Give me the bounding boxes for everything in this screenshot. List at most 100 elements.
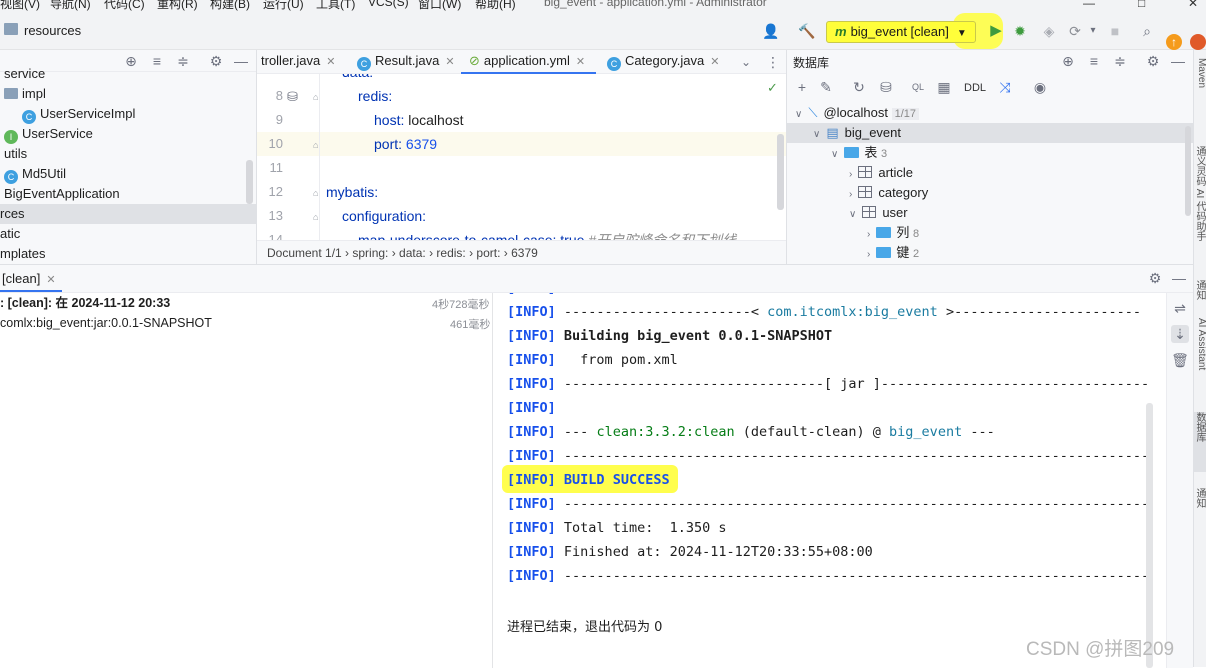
notice-tool-button[interactable]: 通知 <box>1194 488 1206 532</box>
tab-controller[interactable]: troller.java ✕ <box>261 50 335 74</box>
tree-item-selected[interactable]: rces <box>0 204 25 224</box>
target-icon[interactable]: ⊕ <box>1059 52 1077 70</box>
code-line[interactable]: map-underscore-to-camel-case: true #开启驼峰… <box>358 230 736 240</box>
tree-item[interactable]: BigEventApplication <box>4 184 120 204</box>
tree-item[interactable]: C UserServiceImpl <box>22 104 135 124</box>
hide-icon[interactable]: — <box>1170 269 1188 287</box>
fold-icon[interactable]: ⌂ <box>313 188 318 198</box>
code-line[interactable]: port: 6379 <box>374 136 437 152</box>
menu-code[interactable]: 代码(C) <box>104 0 145 12</box>
scrollbar[interactable] <box>1185 126 1191 216</box>
ddl-button[interactable]: DDL <box>964 82 986 94</box>
tree-item[interactable]: utils <box>4 144 27 164</box>
close-icon[interactable]: ✕ <box>710 56 719 68</box>
table-node[interactable]: ∨ user <box>849 203 908 223</box>
table-icon[interactable]: ▦ <box>935 78 953 96</box>
scroll-to-end-icon[interactable]: ⇣ <box>1171 325 1189 343</box>
expand-all-icon[interactable]: ≡ <box>1085 52 1103 70</box>
console-output[interactable]: [INFO] [INFO] -----------------------< c… <box>494 293 1154 668</box>
keys-node[interactable]: › 键 2 <box>867 243 919 263</box>
ai-logo-icon[interactable] <box>1190 34 1206 50</box>
tab-result[interactable]: C Result.java ✕ <box>357 50 455 74</box>
eye-icon[interactable]: ◉ <box>1031 78 1049 96</box>
table-node[interactable]: › category <box>849 183 928 203</box>
profile-icon[interactable]: ⟳ <box>1066 22 1084 40</box>
coverage-icon[interactable]: ◈ <box>1040 22 1058 40</box>
tree-item[interactable]: service <box>4 64 45 84</box>
menu-window[interactable]: 窗口(W) <box>418 0 461 12</box>
minimize-icon[interactable]: — <box>1083 0 1095 10</box>
add-icon[interactable]: + <box>793 78 811 96</box>
scrollbar[interactable] <box>246 160 253 204</box>
project-view-label[interactable]: resources <box>24 23 81 38</box>
fold-icon[interactable]: ⌂ <box>313 92 318 102</box>
close-icon[interactable]: ✕ <box>46 274 55 286</box>
stop-icon[interactable]: ■ <box>1106 22 1124 40</box>
gear-icon[interactable]: ⚙ <box>1144 52 1162 70</box>
tree-item[interactable]: C Md5Util <box>4 164 66 184</box>
schema-node[interactable]: ∨ ▤ big_event <box>813 123 901 143</box>
update-icon[interactable]: ↑ <box>1166 34 1182 50</box>
menu-run[interactable]: 运行(U) <box>263 0 304 12</box>
close-icon[interactable]: ✕ <box>326 56 335 68</box>
tab-category[interactable]: C Category.java ✕ <box>607 50 719 74</box>
database-settings-icon[interactable]: ⛁ <box>877 78 895 96</box>
search-icon[interactable]: ⌕ <box>1138 22 1156 40</box>
ai-assistant-tool-button[interactable]: AI Assistant <box>1194 318 1206 404</box>
code-line[interactable]: mybatis: <box>326 184 378 200</box>
target-icon[interactable]: ⊕ <box>122 52 140 70</box>
gear-icon[interactable]: ⚙ <box>207 52 225 70</box>
tree-item[interactable]: impl <box>4 84 46 104</box>
run-config-selector[interactable]: m big_event [clean] ▼ <box>826 21 976 43</box>
hide-icon[interactable]: — <box>232 52 250 70</box>
menu-view[interactable]: 视图(V) <box>0 0 40 12</box>
tongyi-tool-button[interactable]: 通义灵码 AI 代码助手 <box>1194 146 1206 246</box>
chevron-down-icon[interactable]: ⌄ <box>737 53 755 71</box>
fold-icon[interactable]: ⌂ <box>313 140 318 150</box>
database-tool-button[interactable]: 数据库 <box>1194 412 1206 472</box>
menu-refactor[interactable]: 重构(R) <box>157 0 198 12</box>
tables-node[interactable]: ∨ 表 3 <box>831 143 887 163</box>
refresh-icon[interactable]: ↻ <box>850 78 868 96</box>
fold-icon[interactable]: ⌂ <box>313 212 318 222</box>
run-tree-item[interactable]: comlx:big_event:jar:0.0.1-SNAPSHOT <box>0 313 212 333</box>
user-icon[interactable]: 👤 <box>762 22 780 40</box>
more-icon[interactable]: ⋮ <box>764 53 782 71</box>
menu-help[interactable]: 帮助(H) <box>475 0 516 12</box>
menu-build[interactable]: 构建(B) <box>210 0 250 12</box>
run-tab[interactable]: [clean] ✕ <box>2 268 56 292</box>
run-icon[interactable]: ▶ <box>987 22 1005 40</box>
trash-icon[interactable]: 🗑 <box>1171 351 1189 369</box>
tree-item[interactable]: mplates <box>0 244 46 264</box>
tree-item[interactable]: atic <box>0 224 20 244</box>
chevron-down-icon[interactable]: ▾ <box>1084 22 1102 40</box>
menu-tools[interactable]: 工具(T) <box>316 0 355 12</box>
columns-node[interactable]: › 列 8 <box>867 223 919 243</box>
collapse-all-icon[interactable]: ≑ <box>174 52 192 70</box>
code-line[interactable]: redis: <box>358 88 392 104</box>
build-hammer-icon[interactable]: 🔨 <box>798 22 816 40</box>
edit-source-icon[interactable]: ✎ <box>817 78 835 96</box>
close-window-icon[interactable]: ✕ <box>1188 0 1198 10</box>
tree-item[interactable]: I UserService <box>4 124 93 144</box>
notifications-tool-button[interactable]: 通知 <box>1194 280 1206 310</box>
sql-console-icon[interactable]: QL <box>909 78 927 96</box>
soft-wrap-icon[interactable]: ⇌ <box>1171 299 1189 317</box>
code-line[interactable]: configuration: <box>342 208 426 224</box>
run-tree-item[interactable]: : [clean]: 在 2024-11-12 20:33 <box>0 293 170 313</box>
maximize-icon[interactable]: □ <box>1138 0 1145 10</box>
scrollbar[interactable] <box>1146 403 1153 668</box>
menu-navigate[interactable]: 导航(N) <box>50 0 91 12</box>
expand-all-icon[interactable]: ≡ <box>148 52 166 70</box>
gear-icon[interactable]: ⚙ <box>1146 269 1164 287</box>
menu-vcs[interactable]: VCS(S) <box>368 0 409 9</box>
table-node[interactable]: › article <box>849 163 913 183</box>
code-line[interactable]: host: localhost <box>374 112 464 128</box>
close-icon[interactable]: ✕ <box>576 56 585 68</box>
code-line[interactable]: data: <box>342 74 373 80</box>
datasource-node[interactable]: ∨ ⟍ @localhost 1/17 <box>795 103 919 123</box>
collapse-all-icon[interactable]: ≑ <box>1111 52 1129 70</box>
close-icon[interactable]: ✕ <box>445 56 454 68</box>
maven-tool-button[interactable]: Maven <box>1194 58 1206 116</box>
debug-icon[interactable]: ✹ <box>1011 22 1029 40</box>
